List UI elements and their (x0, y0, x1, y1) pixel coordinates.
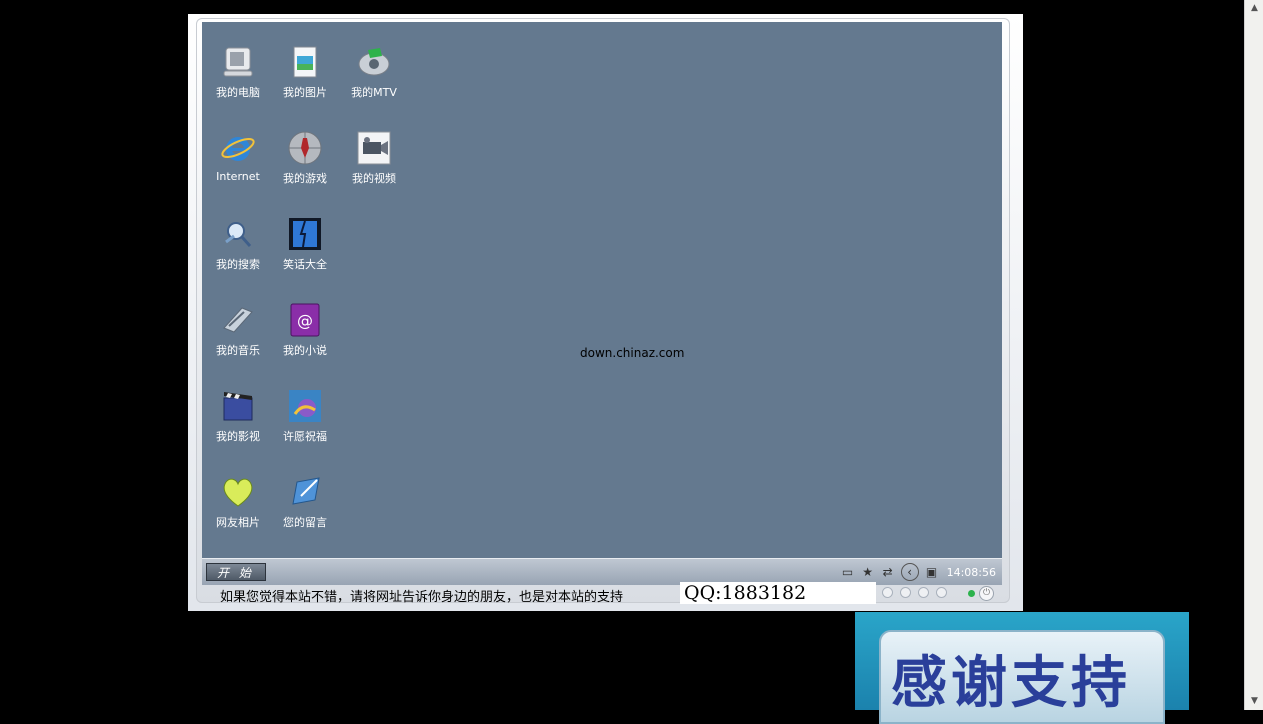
folder-icon[interactable]: ▭ (841, 565, 855, 579)
desktop-icon-wishes[interactable]: 许愿祝福 (275, 388, 335, 444)
desktop-icon-friends-photos[interactable]: 网友相片 (208, 474, 268, 530)
icon-label: 您的留言 (283, 516, 327, 529)
desktop-icon-my-music[interactable]: 我的音乐 (208, 302, 268, 358)
scroll-down-arrow-icon[interactable]: ▼ (1245, 693, 1263, 710)
pictures-icon (293, 46, 317, 78)
indicator-dot (918, 587, 929, 598)
star-icon[interactable]: ★ (861, 565, 875, 579)
desktop-icon-my-novels[interactable]: @ 我的小说 (275, 302, 335, 358)
desktop-icon-guestbook[interactable]: 您的留言 (275, 474, 335, 530)
indicator-dots (882, 587, 947, 598)
ticker-qq: QQ:1883182 (680, 582, 877, 604)
power-controls: ⏻ (968, 586, 994, 601)
novel-icon: @ (290, 303, 320, 337)
icon-label: 我的搜索 (216, 258, 260, 271)
desktop-icon-my-pictures[interactable]: 我的图片 (275, 44, 335, 100)
desktop-icon-my-computer[interactable]: 我的电脑 (208, 44, 268, 100)
watermark-text: down.chinaz.com (580, 346, 685, 360)
desktop-icon-my-video[interactable]: 我的视频 (344, 130, 404, 186)
desktop-icon-internet[interactable]: Internet (208, 130, 268, 183)
movies-icon (223, 392, 253, 421)
search-icon (225, 222, 252, 247)
start-button[interactable]: 开 始 (206, 563, 266, 581)
ticker-message: 如果您觉得本站不错，请将网址告诉你身边的朋友，也是对本站的支持 (220, 590, 624, 605)
desktop-icon-jokes[interactable]: 笑话大全 (275, 216, 335, 272)
wishes-icon (289, 390, 321, 422)
icon-label: 我的电脑 (216, 86, 260, 99)
banner-text: 感谢支持 (891, 651, 1131, 716)
internet-explorer-icon (221, 137, 255, 161)
friends-photos-icon (223, 478, 253, 507)
taskbar: 开 始 ▭ ★ ⇄ ‹ ▣ 14:08:56 (202, 558, 1002, 585)
back-icon[interactable]: ‹ (900, 563, 919, 581)
scroll-up-arrow-icon[interactable]: ▲ (1245, 0, 1263, 17)
icon-label: 许愿祝福 (283, 430, 327, 443)
icon-label: 我的游戏 (283, 172, 327, 185)
desktop-icon-my-mtv[interactable]: 我的MTV (344, 44, 404, 100)
icon-label: 我的小说 (283, 344, 327, 357)
indicator-dot (882, 587, 893, 598)
icon-label: Internet (216, 170, 260, 183)
jokes-icon (289, 218, 321, 250)
network-icon[interactable]: ⇄ (881, 565, 895, 579)
icon-label: 我的视频 (352, 172, 396, 185)
music-icon (223, 307, 253, 333)
indicator-dot (900, 587, 911, 598)
thanks-banner: 感谢支持 (855, 612, 1189, 724)
mtv-icon (358, 48, 390, 76)
desktop-icon-my-movies[interactable]: 我的影视 (208, 388, 268, 444)
icon-label: 笑话大全 (283, 258, 327, 271)
video-camera-icon (357, 131, 391, 165)
monitor-icon[interactable]: ▣ (925, 565, 939, 579)
clock: 14:08:56 (946, 565, 996, 579)
desktop-icon-my-search[interactable]: 我的搜索 (208, 216, 268, 272)
icon-label: 网友相片 (216, 516, 260, 529)
status-ticker: 如果您觉得本站不错，请将网址告诉你身边的朋友，也是对本站的支持 QQ:18831… (202, 582, 1002, 605)
desktop-icon-my-games[interactable]: 我的游戏 (275, 130, 335, 186)
power-button-icon[interactable]: ⏻ (979, 586, 994, 601)
power-led-icon (968, 590, 975, 597)
games-icon (288, 131, 322, 165)
icon-label: 我的音乐 (216, 344, 260, 357)
system-tray: ▭ ★ ⇄ ‹ ▣ 14:08:56 (841, 563, 996, 581)
page-scrollbar[interactable]: ▲ ▼ (1244, 0, 1263, 710)
svg-text:@: @ (297, 311, 313, 330)
indicator-dot (936, 587, 947, 598)
icon-label: 我的影视 (216, 430, 260, 443)
icon-label: 我的图片 (283, 86, 327, 99)
computer-icon (223, 47, 253, 77)
icon-label: 我的MTV (351, 86, 397, 99)
guestbook-icon (292, 477, 320, 505)
